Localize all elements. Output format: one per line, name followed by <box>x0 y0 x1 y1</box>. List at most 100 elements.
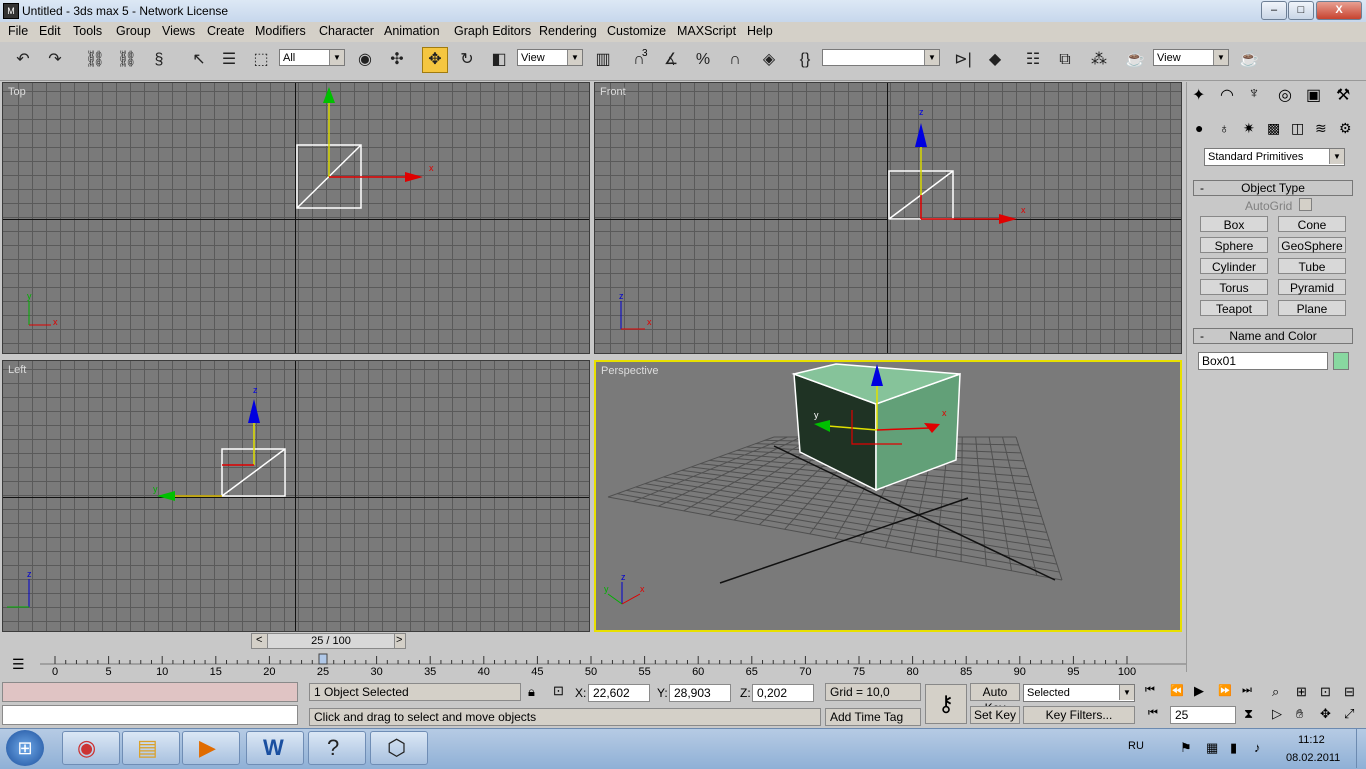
viewport-top[interactable]: Top x y x <box>2 82 590 354</box>
object-name-input[interactable]: Box01 <box>1198 352 1328 370</box>
motion-tab-icon[interactable]: ◎ <box>1278 85 1292 105</box>
zoom-icon[interactable]: ⌕ <box>1272 684 1279 700</box>
key-filters-button[interactable]: Key Filters... <box>1023 706 1135 724</box>
absolute-mode-icon[interactable]: ⊡ <box>553 683 564 699</box>
cylinder-button[interactable]: Cylinder <box>1200 258 1268 274</box>
zoom-all-icon[interactable]: ⊞ <box>1296 684 1307 700</box>
primitive-category-dropdown[interactable]: Standard Primitives ▼ <box>1204 148 1345 166</box>
volume-icon[interactable]: ♪ <box>1254 740 1261 755</box>
app-icon[interactable]: M <box>3 3 19 19</box>
time-slider-thumb[interactable]: 25 / 100 <box>267 634 395 648</box>
key-mode-dropdown[interactable]: Selected ▼ <box>1023 684 1135 702</box>
name-color-rollout-header[interactable]: - Name and Color <box>1193 328 1353 344</box>
time-slider[interactable]: < 25 / 100 > <box>251 633 406 649</box>
geometry-icon[interactable]: ● <box>1195 120 1203 136</box>
arc-rotate-icon[interactable]: ✥ <box>1320 706 1331 722</box>
language-indicator[interactable]: RU <box>1128 740 1144 752</box>
link-icon[interactable]: ⛓ <box>82 47 108 73</box>
zoom-extents-icon[interactable]: ⊡ <box>1320 684 1331 700</box>
taskbar-word[interactable]: W <box>246 731 304 765</box>
region-select-icon[interactable]: ⬚ <box>248 47 274 73</box>
modify-tab-icon[interactable]: ◠ <box>1220 85 1234 105</box>
menu-edit[interactable]: Edit <box>39 24 61 38</box>
select-by-name-icon[interactable]: ☰ <box>216 47 242 73</box>
pan-icon[interactable]: ✋︎ <box>1296 706 1303 722</box>
x-coordinate-input[interactable]: 22,602 <box>588 684 650 702</box>
trackbar-toggle-icon[interactable]: ☰ <box>12 656 25 673</box>
taskbar-media-player[interactable]: ▶ <box>182 731 240 765</box>
create-tab-icon[interactable]: ✦ <box>1192 85 1205 105</box>
menu-maxscript[interactable]: MAXScript <box>677 24 736 38</box>
track-view-icon[interactable]: ☷ <box>1020 47 1046 73</box>
display-tab-icon[interactable]: ▣ <box>1306 85 1321 105</box>
menu-tools[interactable]: Tools <box>73 24 102 38</box>
taskbar-explorer[interactable]: ▤ <box>122 731 180 765</box>
utilities-tab-icon[interactable]: ⚒ <box>1336 85 1350 105</box>
spinner-snap-icon[interactable]: ∩ <box>722 47 748 73</box>
named-selection-dropdown[interactable]: ▼ <box>822 49 940 66</box>
pyramid-button[interactable]: Pyramid <box>1278 279 1346 295</box>
zoom-extents-all-icon[interactable]: ⊟ <box>1344 684 1355 700</box>
taskbar-chrome[interactable]: ◉ <box>62 731 120 765</box>
select-and-move-icon[interactable]: ✥ <box>422 47 448 73</box>
maxscript-input[interactable] <box>2 705 298 725</box>
key-mode-toggle-icon[interactable]: ⏮ <box>1148 707 1158 720</box>
select-and-scale-icon[interactable]: ◧ <box>486 47 512 73</box>
time-slider-prev[interactable]: < <box>256 634 262 646</box>
sphere-button[interactable]: Sphere <box>1200 237 1268 253</box>
lock-icon[interactable]: 🔒︎ <box>528 684 535 700</box>
current-frame-input[interactable]: 25 <box>1170 706 1236 724</box>
taskbar-3dsmax[interactable]: ⬡ <box>370 731 428 765</box>
quick-render-icon[interactable]: ☕ <box>1236 47 1262 73</box>
maxscript-listener-mini[interactable] <box>2 682 298 702</box>
maximize-viewport-icon[interactable]: ⤢ <box>1344 706 1354 722</box>
menu-views[interactable]: Views <box>162 24 195 38</box>
z-coordinate-input[interactable]: 0,202 <box>752 684 814 702</box>
helpers-icon[interactable]: ◫ <box>1291 120 1304 137</box>
clock-time[interactable]: 11:12 <box>1298 734 1325 746</box>
set-key-icon[interactable]: ⚷ <box>925 684 967 724</box>
next-frame-icon[interactable]: ⏩ <box>1218 684 1232 697</box>
box-button[interactable]: Box <box>1200 216 1268 232</box>
bind-spacewarp-icon[interactable]: § <box>146 47 172 73</box>
reference-coordinate-dropdown[interactable]: View ▼ <box>517 49 583 66</box>
power-icon[interactable]: ▮ <box>1230 740 1237 756</box>
pivot-center-icon[interactable]: ▥ <box>590 47 616 73</box>
maximize-button[interactable]: □ <box>1288 1 1314 20</box>
viewport-left[interactable]: Left z y z <box>2 360 590 632</box>
time-configuration-icon[interactable]: ⧗ <box>1244 706 1253 722</box>
selection-filter-dropdown[interactable]: All ▼ <box>279 49 345 66</box>
object-color-swatch[interactable] <box>1333 352 1349 370</box>
object-type-rollout-header[interactable]: - Object Type <box>1193 180 1353 196</box>
spacewarps-icon[interactable]: ≋ <box>1315 120 1327 137</box>
viewport-front[interactable]: Front z x z x <box>594 82 1182 354</box>
taskbar-help[interactable]: ? <box>308 731 366 765</box>
snap-toggle-icon[interactable]: ∩ <box>626 47 652 73</box>
menu-help[interactable]: Help <box>747 24 773 38</box>
autogrid-checkbox[interactable] <box>1299 198 1312 211</box>
percent-snap-icon[interactable]: % <box>690 47 716 73</box>
menu-customize[interactable]: Customize <box>607 24 666 38</box>
tube-button[interactable]: Tube <box>1278 258 1346 274</box>
show-desktop-button[interactable] <box>1356 729 1366 768</box>
play-icon[interactable]: ▶ <box>1194 683 1204 699</box>
start-button[interactable]: ⊞ <box>6 730 44 766</box>
named-selection-icon[interactable]: {} <box>792 47 818 73</box>
menu-modifiers[interactable]: Modifiers <box>255 24 306 38</box>
field-of-view-icon[interactable]: ▷ <box>1272 706 1282 722</box>
menu-character[interactable]: Character <box>319 24 374 38</box>
unlink-icon[interactable]: ⛓ <box>114 47 140 73</box>
menu-animation[interactable]: Animation <box>384 24 440 38</box>
mirror-icon[interactable]: ⊳| <box>950 47 976 73</box>
viewport-perspective[interactable]: Perspective y x z y x <box>594 360 1182 632</box>
time-slider-next[interactable]: > <box>396 634 402 646</box>
angle-snap-icon[interactable]: ∡ <box>658 47 684 73</box>
auto-key-button[interactable]: Auto Key <box>970 683 1020 715</box>
torus-button[interactable]: Torus <box>1200 279 1268 295</box>
close-button[interactable]: X <box>1316 1 1362 20</box>
align-icon[interactable]: ◆ <box>982 47 1008 73</box>
material-editor-icon[interactable]: ⁂ <box>1086 47 1112 73</box>
geosphere-button[interactable]: GeoSphere <box>1278 237 1346 253</box>
render-scene-icon[interactable]: ☕ <box>1122 47 1148 73</box>
select-and-manipulate-icon[interactable]: ◉ <box>352 47 378 73</box>
